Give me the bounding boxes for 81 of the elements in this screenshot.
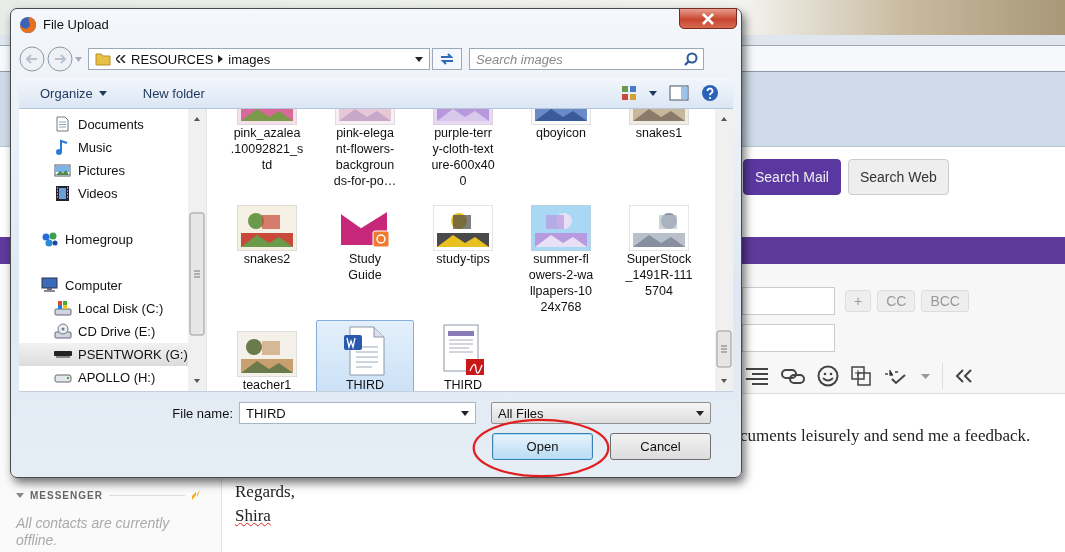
section-title: MESSENGER <box>30 489 103 501</box>
scrollbar[interactable] <box>715 109 733 391</box>
list-icon[interactable] <box>745 367 769 385</box>
file-item[interactable]: THIRD <box>316 320 414 391</box>
preview-pane-icon[interactable] <box>669 85 689 101</box>
browser-logo-icon <box>19 15 37 34</box>
back-button[interactable] <box>19 46 45 72</box>
search-field[interactable]: Search images <box>469 48 704 70</box>
message-text: cuments leisurely and send me a feedback. <box>740 426 1032 446</box>
address-bar[interactable]: RESOURCES images <box>88 48 430 70</box>
double-chevron-icon <box>116 55 126 63</box>
people-network-icon <box>41 231 59 248</box>
caret-icon[interactable] <box>649 90 657 96</box>
message-text: Shira <box>235 506 271 526</box>
navigation-item[interactable]: Music <box>19 136 112 159</box>
lightning-icon <box>191 489 201 501</box>
caret-icon <box>415 56 423 62</box>
caret-icon <box>461 410 469 416</box>
double-chevron-icon[interactable] <box>955 368 973 384</box>
document-icon <box>54 116 72 133</box>
navigation-item[interactable]: APOLLO (H:) <box>19 366 156 389</box>
breadcrumb-item[interactable]: images <box>228 51 271 67</box>
view-options-icon[interactable] <box>621 85 637 101</box>
smiley-icon[interactable] <box>817 365 839 387</box>
search-button[interactable]: Search Mail <box>743 159 841 195</box>
open-button[interactable]: Open <box>492 433 593 460</box>
breadcrumb-item[interactable]: RESOURCES <box>131 51 214 67</box>
file-item[interactable]: pink-elega nt-flowers- backgroun ds-for-po… <box>316 109 414 194</box>
file-name-field[interactable]: THIRD <box>239 402 476 424</box>
word-document-icon <box>342 325 388 377</box>
arrow-right-icon <box>218 55 224 63</box>
scrollbar[interactable] <box>188 109 206 391</box>
window-title: File Upload <box>43 17 109 32</box>
file-item[interactable]: teacher1 <box>218 320 316 391</box>
subject-field[interactable] <box>742 324 835 352</box>
file-item[interactable]: snakes2 <box>218 194 316 320</box>
close-button[interactable] <box>679 8 737 29</box>
navigation-item[interactable]: Pictures <box>19 159 125 182</box>
cancel-button[interactable]: Cancel <box>610 433 711 460</box>
film-icon <box>54 185 72 202</box>
caret-icon <box>98 90 107 96</box>
file-item[interactable]: Study Guide <box>316 194 414 320</box>
navigation-item[interactable]: Local Disk (C:) <box>19 297 164 320</box>
navigation-item[interactable]: PSENTWORK (G:) <box>19 343 188 366</box>
file-item[interactable]: SuperStock _1491R-111 5704 <box>610 194 708 320</box>
collapse-caret-icon <box>16 492 24 498</box>
message-text: Regards, <box>235 482 296 502</box>
pdf-document-icon <box>440 323 486 377</box>
navigation-item[interactable]: Homegroup <box>19 228 133 251</box>
image-icon <box>54 162 72 179</box>
refresh-button[interactable] <box>432 48 462 70</box>
forward-button[interactable] <box>47 46 73 72</box>
navigation-item[interactable]: Videos <box>19 182 118 205</box>
status-text: All contacts are currently offline. <box>16 515 171 549</box>
disc-drive-icon <box>54 323 72 340</box>
recipient-field[interactable] <box>742 287 835 315</box>
navigation-item[interactable]: Computer <box>19 274 123 297</box>
file-item[interactable]: summer-fl owers-2-wa llpapers-10 24x768 <box>512 194 610 320</box>
field-label: File name: <box>171 405 234 421</box>
navigation-item[interactable]: Documents <box>19 113 144 136</box>
search-button[interactable]: Search Web <box>847 159 949 195</box>
computer-icon <box>41 277 59 294</box>
file-item[interactable]: purple-terr y-cloth-text ure-600x40 0 <box>414 109 512 194</box>
drive-icon <box>54 300 72 317</box>
link-icon[interactable] <box>781 367 805 385</box>
file-item[interactable]: study-tips <box>414 194 512 320</box>
drive-icon <box>54 351 72 358</box>
file-item[interactable]: pink_azalea .10092821_s td <box>218 109 316 194</box>
refresh-icon <box>439 52 455 66</box>
caret-icon <box>696 410 704 416</box>
file-item[interactable]: qboyicon <box>512 109 610 194</box>
image-insert-icon[interactable] <box>851 366 871 386</box>
file-type-dropdown[interactable]: All Files <box>491 402 711 424</box>
file-item[interactable]: snakes1 <box>610 109 708 194</box>
folder-icon <box>95 52 111 66</box>
help-icon[interactable] <box>701 84 719 102</box>
file-item[interactable]: THIRD <box>414 320 512 391</box>
close-icon <box>701 12 715 25</box>
navigation-item[interactable]: CD Drive (E:) <box>19 320 156 343</box>
toolbar-button[interactable]: New folder <box>142 85 205 101</box>
organize-menu[interactable]: Organize <box>40 85 107 101</box>
